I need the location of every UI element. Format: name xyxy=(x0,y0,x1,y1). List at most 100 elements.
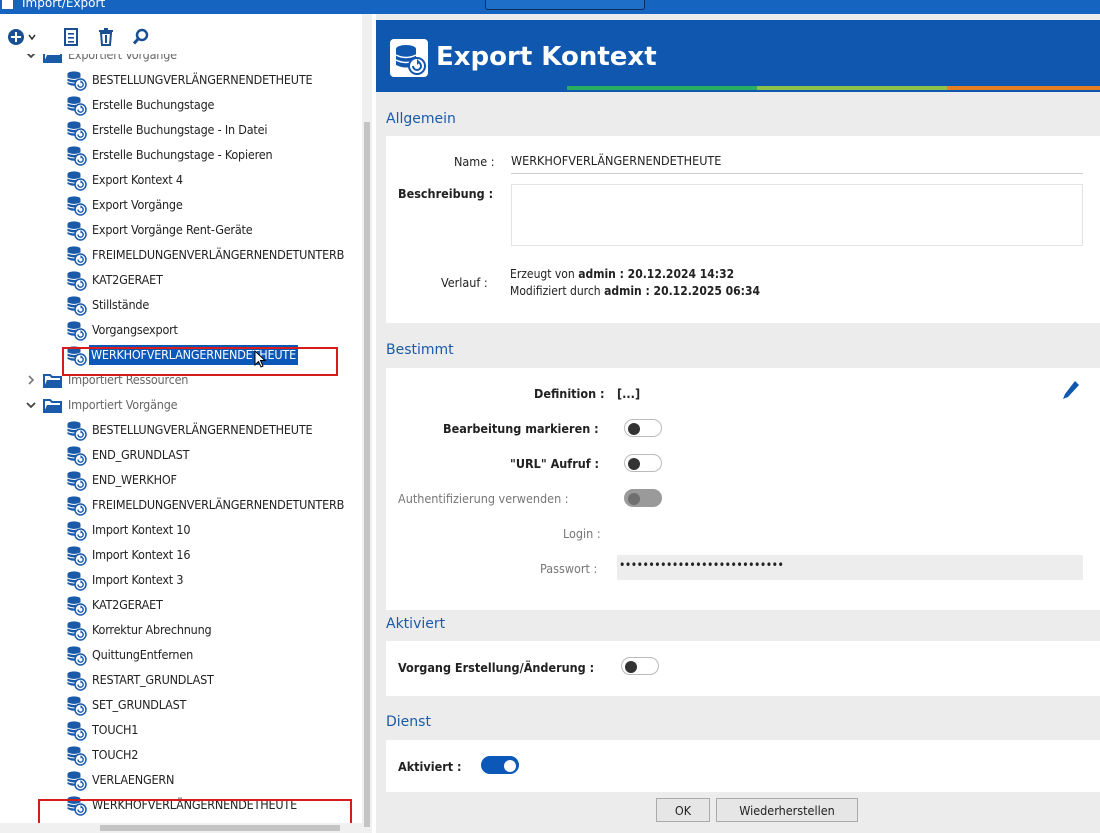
chevron-down-icon[interactable] xyxy=(25,26,39,48)
tree-item-label: Import Kontext 3 xyxy=(92,572,184,587)
tree-pane: Exportiert Vorgänge BESTELLUNGVERLÄNGERNE… xyxy=(0,14,372,833)
tree-item-label: FREIMELDUNGENVERLÄNGERNENDETUNTERB xyxy=(92,247,345,262)
scrollbar-thumb[interactable] xyxy=(364,122,370,827)
tree-item[interactable]: Korrektur Abrechnung xyxy=(0,618,362,643)
tree-item[interactable]: KAT2GERAET xyxy=(0,593,362,618)
tree-item[interactable]: Import Kontext 16 xyxy=(0,543,362,568)
tree-group[interactable]: Exportiert Vorgänge xyxy=(0,54,362,68)
tree-item-label: END_GRUNDLAST xyxy=(92,447,190,462)
tree-item-label: KAT2GERAET xyxy=(92,597,163,612)
name-field[interactable]: WERKHOFVERLÄNGERNENDETHEUTE xyxy=(511,150,1083,174)
titlebar-button[interactable] xyxy=(485,0,645,10)
verlauf-label: Verlauf : xyxy=(441,275,488,290)
trash-icon[interactable] xyxy=(95,26,117,48)
database-export-icon xyxy=(66,245,87,266)
tree-item[interactable]: Erstelle Buchungstage - Kopieren xyxy=(0,143,362,168)
tree-item-label: END_WERKHOF xyxy=(92,472,177,487)
tree-item[interactable]: END_GRUNDLAST xyxy=(0,443,362,468)
database-export-icon xyxy=(66,720,87,741)
dienst-aktiviert-label: Aktiviert : xyxy=(398,759,462,774)
tree-item[interactable]: Export Vorgänge xyxy=(0,193,362,218)
url-toggle[interactable] xyxy=(624,454,662,472)
card-dienst: Aktiviert : xyxy=(386,740,1100,792)
beschreibung-field[interactable] xyxy=(511,184,1083,246)
tree-item[interactable]: Erstelle Buchungstage - In Datei xyxy=(0,118,362,143)
bearbeitung-label: Bearbeitung markieren : xyxy=(443,421,599,436)
name-label: Name : xyxy=(454,154,495,169)
tree-item[interactable]: BESTELLUNGVERLÄNGERNENDETHEUTE xyxy=(0,68,362,93)
tree-item[interactable]: Import Kontext 10 xyxy=(0,518,362,543)
folder-icon xyxy=(43,54,63,63)
tree-item-label: VERLAENGERN xyxy=(92,772,175,787)
database-export-icon xyxy=(66,445,87,466)
passwort-field[interactable]: •••••••••••••••••••••••••••• xyxy=(617,555,1083,580)
tree-item-label: Export Vorgänge xyxy=(92,197,183,212)
card-bestimmt: Definition : [...] Bearbeitung markieren… xyxy=(386,368,1100,610)
database-export-icon xyxy=(66,170,87,191)
tree-item[interactable]: FREIMELDUNGENVERLÄNGERNENDETUNTERB xyxy=(0,493,362,518)
section-aktiviert: Aktiviert xyxy=(386,616,446,632)
scrollbar-thumb[interactable] xyxy=(100,825,340,831)
passwort-value: •••••••••••••••••••••••••••• xyxy=(619,558,784,572)
dienst-aktiviert-toggle[interactable] xyxy=(481,756,519,774)
add-icon[interactable] xyxy=(5,26,27,48)
tree-item[interactable]: KAT2GERAET xyxy=(0,268,362,293)
tree-item[interactable]: END_WERKHOF xyxy=(0,468,362,493)
tree-vertical-scrollbar[interactable] xyxy=(362,14,372,833)
header-stripe xyxy=(567,86,757,90)
dialog-footer: OK Wiederherstellen xyxy=(376,792,1100,833)
definition-value[interactable]: [...] xyxy=(617,386,640,401)
bearbeitung-toggle[interactable] xyxy=(624,419,662,437)
tree-item[interactable]: TOUCH1 xyxy=(0,718,362,743)
tree-item-label: QuittungEntfernen xyxy=(92,647,194,662)
ok-button[interactable]: OK xyxy=(656,798,710,822)
tree-item[interactable]: VERLAENGERN xyxy=(0,768,362,793)
tree-item[interactable]: Export Kontext 4 xyxy=(0,168,362,193)
header-stripe xyxy=(376,86,567,90)
tree-item-label: BESTELLUNGVERLÄNGERNENDETHEUTE xyxy=(92,72,313,87)
tree-item[interactable]: RESTART_GRUNDLAST xyxy=(0,668,362,693)
tree-item[interactable]: Stillstände xyxy=(0,293,362,318)
auth-toggle[interactable] xyxy=(624,489,662,507)
restore-button[interactable]: Wiederherstellen xyxy=(716,798,858,822)
tree-item[interactable]: Export Vorgänge Rent-Geräte xyxy=(0,218,362,243)
tree-item-label: TOUCH1 xyxy=(92,722,139,737)
tree-item[interactable]: SET_GRUNDLAST xyxy=(0,693,362,718)
chevron-down-icon[interactable] xyxy=(25,54,37,61)
tree-item[interactable]: QuittungEntfernen xyxy=(0,643,362,668)
tree-item[interactable]: TOUCH2 xyxy=(0,743,362,768)
database-export-icon xyxy=(66,595,87,616)
tree-item-label: FREIMELDUNGENVERLÄNGERNENDETUNTERB xyxy=(92,497,345,512)
tree-item[interactable]: Vorgangsexport xyxy=(0,318,362,343)
beschreibung-label: Beschreibung : xyxy=(398,186,494,201)
folder-icon xyxy=(43,398,63,413)
chevron-down-icon[interactable] xyxy=(25,399,37,411)
database-export-icon xyxy=(66,670,87,691)
tree-item-label: Vorgangsexport xyxy=(92,322,178,337)
search-icon[interactable] xyxy=(130,26,152,48)
tree-group-label: Importiert Vorgänge xyxy=(68,397,178,412)
chevron-right-icon[interactable] xyxy=(25,374,37,386)
created-line: Erzeugt von admin : 20.12.2024 14:32 xyxy=(510,267,734,281)
database-export-icon xyxy=(66,220,87,241)
vorgang-toggle[interactable] xyxy=(621,657,659,675)
tree-item[interactable]: BESTELLUNGVERLÄNGERNENDETHEUTE xyxy=(0,418,362,443)
tree-horizontal-scrollbar[interactable] xyxy=(0,823,362,833)
database-export-icon xyxy=(66,645,87,666)
name-value: WERKHOFVERLÄNGERNENDETHEUTE xyxy=(511,153,722,168)
tree-item[interactable]: Import Kontext 3 xyxy=(0,568,362,593)
tree-view: Exportiert Vorgänge BESTELLUNGVERLÄNGERNE… xyxy=(0,54,362,833)
window-icon xyxy=(2,0,13,9)
database-export-icon xyxy=(66,95,87,116)
created-value: admin : 20.12.2024 14:32 xyxy=(578,267,735,281)
document-icon[interactable] xyxy=(60,26,82,48)
tree-item-label: Stillstände xyxy=(92,297,150,312)
edit-pencil-icon[interactable] xyxy=(1062,380,1080,400)
header-stripe xyxy=(947,86,1100,90)
tree-item[interactable]: FREIMELDUNGENVERLÄNGERNENDETUNTERB xyxy=(0,243,362,268)
panel-title: Export Kontext xyxy=(436,42,657,72)
tree-item[interactable]: Erstelle Buchungstage xyxy=(0,93,362,118)
section-bestimmt: Bestimmt xyxy=(386,342,454,358)
tree-group[interactable]: Importiert Vorgänge xyxy=(0,393,362,418)
tree-item-label: SET_GRUNDLAST xyxy=(92,697,187,712)
